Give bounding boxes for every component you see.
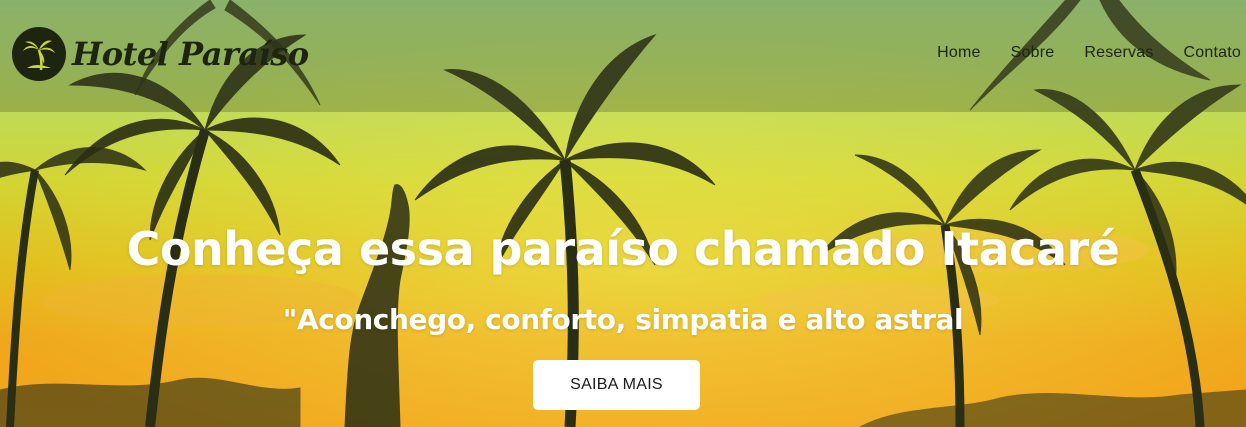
nav-item-home[interactable]: Home: [937, 44, 980, 62]
brand-name: Hotel Paraíso: [72, 35, 309, 73]
main-nav: Home Sobre Reservas Contato: [937, 44, 1241, 62]
nav-item-reservas[interactable]: Reservas: [1084, 44, 1153, 62]
brand-logo[interactable]: Hotel Paraíso: [12, 27, 309, 81]
navbar: Hotel Paraíso Home Sobre Reservas Contat…: [0, 0, 1246, 112]
nav-item-sobre[interactable]: Sobre: [1011, 44, 1055, 62]
hero-title: Conheça essa paraíso chamado Itacaré: [126, 222, 1120, 276]
nav-item-contato[interactable]: Contato: [1184, 44, 1241, 62]
hero-section: Hotel Paraíso Home Sobre Reservas Contat…: [0, 0, 1246, 427]
saiba-mais-button[interactable]: SAIBA MAIS: [533, 360, 700, 410]
hero-subtitle: "Aconchego, conforto, simpatia e alto as…: [282, 303, 964, 336]
palm-tree-icon: [12, 27, 66, 81]
